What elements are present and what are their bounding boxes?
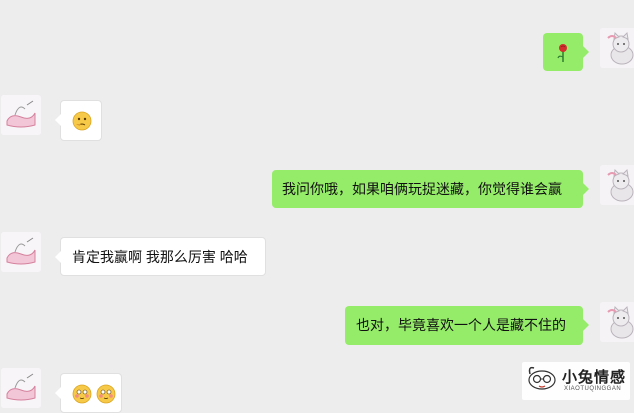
my-avatar[interactable]: [600, 28, 634, 68]
rabbit-logo-icon: [528, 366, 556, 390]
cat-avatar-icon: [600, 165, 634, 205]
my-avatar[interactable]: [600, 302, 634, 342]
watermark-title: 小兔情感: [562, 369, 627, 386]
cat-avatar-icon: [600, 28, 634, 68]
message-bubble-sent[interactable]: [543, 33, 589, 71]
blushing-face-emoji-icon: [96, 384, 116, 404]
watermark-logo: 小兔情感 XIAOTUQINGGAN: [522, 362, 630, 400]
pink-tissue-box-avatar-icon: [1, 95, 41, 135]
message-bubble-sent[interactable]: 我问你哦，如果咱俩玩捉迷藏，你觉得谁会赢: [272, 170, 589, 208]
message-text: 肯定我赢啊 我那么厉害 哈哈: [72, 249, 248, 265]
pink-tissue-box-avatar-icon: [1, 368, 41, 408]
rose-emoji-icon: [557, 44, 567, 63]
message-bubble-received[interactable]: [55, 100, 102, 141]
blushing-face-emoji-icon: [72, 384, 92, 404]
cat-avatar-icon: [600, 302, 634, 342]
message-text: 我问你哦，如果咱俩玩捉迷藏，你觉得谁会赢: [282, 181, 562, 197]
message-bubble-received[interactable]: 肯定我赢啊 我那么厉害 哈哈: [55, 237, 266, 276]
message-bubble-sent[interactable]: 也对，毕竟喜欢一个人是藏不住的: [345, 306, 589, 345]
message-text: 也对，毕竟喜欢一个人是藏不住的: [356, 317, 566, 333]
pink-tissue-box-avatar-icon: [1, 232, 41, 272]
thinking-face-emoji-icon: [72, 111, 92, 131]
my-avatar[interactable]: [600, 165, 634, 205]
friend-avatar[interactable]: [1, 368, 41, 408]
message-bubble-received[interactable]: [55, 373, 122, 413]
friend-avatar[interactable]: [1, 232, 41, 272]
watermark-subtitle: XIAOTUQINGGAN: [564, 386, 622, 392]
friend-avatar[interactable]: [1, 95, 41, 135]
